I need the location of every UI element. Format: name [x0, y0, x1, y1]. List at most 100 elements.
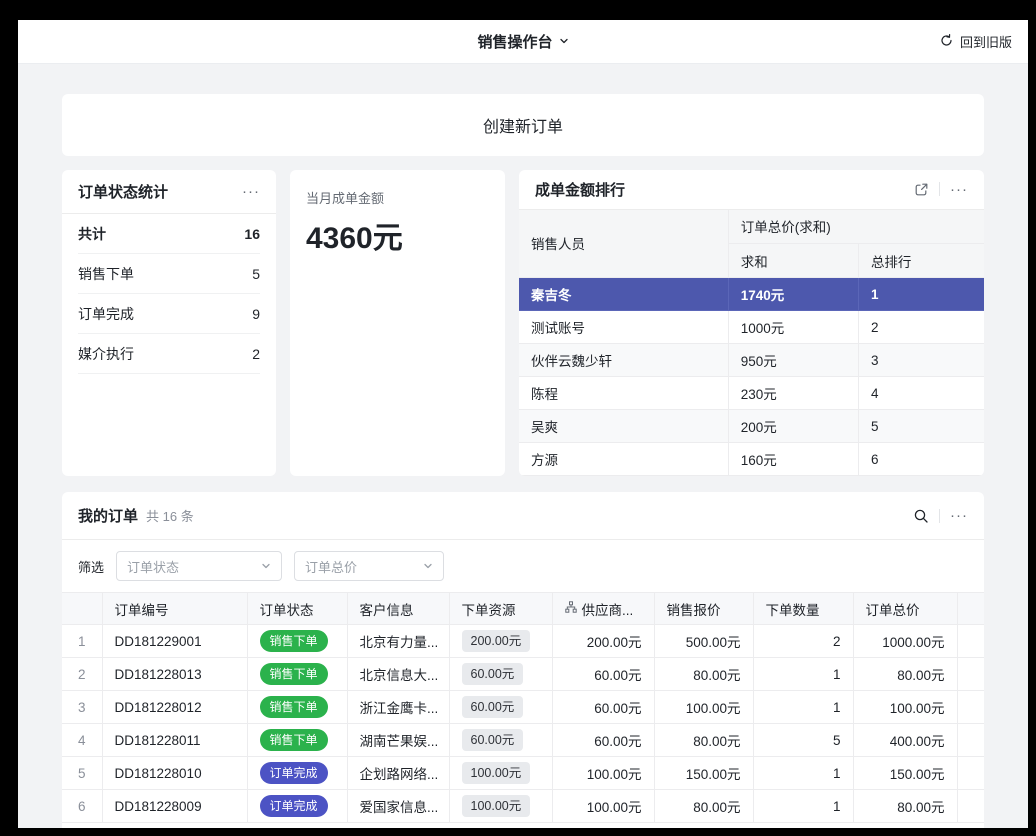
divider: [939, 509, 940, 523]
export-icon[interactable]: [914, 182, 929, 197]
stat-label: 共计: [78, 224, 106, 244]
orders-card-header: 我的订单 共 16 条 ···: [62, 492, 984, 540]
order-qty: 1: [753, 790, 853, 823]
more-icon[interactable]: ···: [950, 508, 968, 523]
col-order-no: 订单编号: [102, 593, 247, 625]
resource-pill: 60.00元: [462, 696, 524, 719]
my-orders-card: 我的订单 共 16 条 ··· 筛选 订单状: [62, 492, 984, 828]
order-row[interactable]: 6 DD181228009 订单完成 爱国家信息... 100.00元 100.…: [62, 790, 984, 823]
supplier-price: 60.00元: [552, 724, 654, 757]
order-status-filter[interactable]: 订单状态: [116, 551, 282, 581]
ranking-row[interactable]: 伙伴云魏少轩 950元 3: [519, 344, 984, 377]
order-qty: 5: [753, 724, 853, 757]
stats-rows: 共计 16 销售下单 5 订单完成 9 媒介执行 2: [62, 214, 276, 374]
col-sum: 求和: [728, 244, 858, 278]
col-rank: 总排行: [858, 244, 984, 278]
back-to-old-version-label: 回到旧版: [960, 32, 1012, 51]
col-total: 订单总价: [853, 593, 957, 625]
search-icon[interactable]: [913, 508, 929, 524]
restore-icon: [939, 33, 954, 51]
resource-cell: 100.00元: [449, 790, 552, 823]
col-row-index: [62, 593, 102, 625]
stat-label: 销售下单: [78, 264, 134, 284]
ranking-row[interactable]: 方源 160元 6: [519, 443, 984, 476]
col-supplier-label: 供应商...: [582, 599, 634, 619]
sales-quote: 500.00元: [654, 625, 753, 658]
ranking-row[interactable]: 吴爽 200元 5: [519, 410, 984, 443]
spacer-cell: [957, 658, 984, 691]
orders-table: 订单编号 订单状态 客户信息 下单资源: [62, 592, 984, 823]
col-supplier: 供应商...: [552, 593, 654, 625]
customer: 北京有力量...: [347, 625, 449, 658]
order-row[interactable]: 5 DD181228010 订单完成 企划路网络... 100.00元 100.…: [62, 757, 984, 790]
order-total: 80.00元: [853, 658, 957, 691]
order-status-filter-placeholder: 订单状态: [127, 557, 179, 576]
stat-value: 16: [244, 226, 260, 242]
col-spacer: [957, 593, 984, 625]
resource-cell: 100.00元: [449, 757, 552, 790]
ranking-card-title: 成单金额排行: [535, 179, 625, 200]
resource-cell: 60.00元: [449, 691, 552, 724]
col-order-status: 订单状态: [247, 593, 347, 625]
order-no: DD181228010: [102, 757, 247, 790]
relation-icon: [565, 601, 577, 616]
stat-value: 2: [252, 346, 260, 362]
order-status-cell: 订单完成: [247, 757, 347, 790]
workspace-switcher[interactable]: 销售操作台: [477, 31, 568, 52]
orders-table-header-row: 订单编号 订单状态 客户信息 下单资源: [62, 593, 984, 625]
more-icon[interactable]: ···: [950, 182, 968, 197]
col-order-total-group: 订单总价(求和): [728, 210, 984, 244]
order-row[interactable]: 3 DD181228012 销售下单 浙江金鹰卡... 60.00元 60.00…: [62, 691, 984, 724]
more-icon[interactable]: ···: [242, 184, 260, 199]
orders-count: 共 16 条: [146, 506, 194, 525]
sales-quote: 80.00元: [654, 658, 753, 691]
stat-value: 5: [252, 266, 260, 282]
resource-pill: 100.00元: [462, 762, 531, 785]
summary-cards-row: 订单状态统计 ··· 共计 16 销售下单 5 订单完成 9: [62, 170, 984, 476]
ranking-table: 销售人员 订单总价(求和) 求和 总排行 秦吉冬 1740元 1: [519, 210, 984, 477]
col-qty: 下单数量: [753, 593, 853, 625]
supplier-price: 100.00元: [552, 757, 654, 790]
ranking-row[interactable]: 陈程 230元 4: [519, 377, 984, 410]
resource-pill: 100.00元: [462, 795, 531, 818]
row-index: 3: [62, 691, 102, 724]
customer: 浙江金鹰卡...: [347, 691, 449, 724]
row-index: 1: [62, 625, 102, 658]
spacer-cell: [957, 625, 984, 658]
back-to-old-version-button[interactable]: 回到旧版: [939, 32, 1012, 51]
create-order-label: 创建新订单: [483, 113, 563, 137]
order-total-filter[interactable]: 订单总价: [294, 551, 444, 581]
col-customer: 客户信息: [347, 593, 449, 625]
order-sum: 230元: [728, 377, 858, 410]
order-status-cell: 销售下单: [247, 625, 347, 658]
stat-label: 媒介执行: [78, 344, 134, 364]
order-status-cell: 销售下单: [247, 658, 347, 691]
order-total: 100.00元: [853, 691, 957, 724]
sales-quote: 150.00元: [654, 757, 753, 790]
order-sum: 1740元: [728, 278, 858, 311]
order-qty: 2: [753, 625, 853, 658]
status-badge: 销售下单: [260, 663, 328, 685]
stat-row-media-exec[interactable]: 媒介执行 2: [78, 334, 260, 374]
stat-row-order-complete[interactable]: 订单完成 9: [78, 294, 260, 334]
ranking-row[interactable]: 秦吉冬 1740元 1: [519, 278, 984, 311]
stat-row-total[interactable]: 共计 16: [78, 214, 260, 254]
page-title: 销售操作台: [477, 31, 552, 52]
rank: 2: [858, 311, 984, 344]
supplier-price: 100.00元: [552, 790, 654, 823]
stat-row-sales-order[interactable]: 销售下单 5: [78, 254, 260, 294]
spacer-cell: [957, 724, 984, 757]
create-order-button[interactable]: 创建新订单: [62, 94, 984, 156]
salesperson-name: 伙伴云魏少轩: [519, 344, 728, 377]
ranking-row[interactable]: 测试账号 1000元 2: [519, 311, 984, 344]
order-row[interactable]: 4 DD181228011 销售下单 湖南芒果娱... 60.00元 60.00…: [62, 724, 984, 757]
resource-pill: 60.00元: [462, 663, 524, 686]
monthly-amount-card: 当月成单金额 4360元: [290, 170, 505, 476]
status-badge: 订单完成: [260, 762, 328, 784]
order-total: 80.00元: [853, 790, 957, 823]
rank: 3: [858, 344, 984, 377]
order-row[interactable]: 2 DD181228013 销售下单 北京信息大... 60.00元 60.00…: [62, 658, 984, 691]
order-no: DD181229001: [102, 625, 247, 658]
row-index: 6: [62, 790, 102, 823]
order-row[interactable]: 1 DD181229001 销售下单 北京有力量... 200.00元 200.…: [62, 625, 984, 658]
